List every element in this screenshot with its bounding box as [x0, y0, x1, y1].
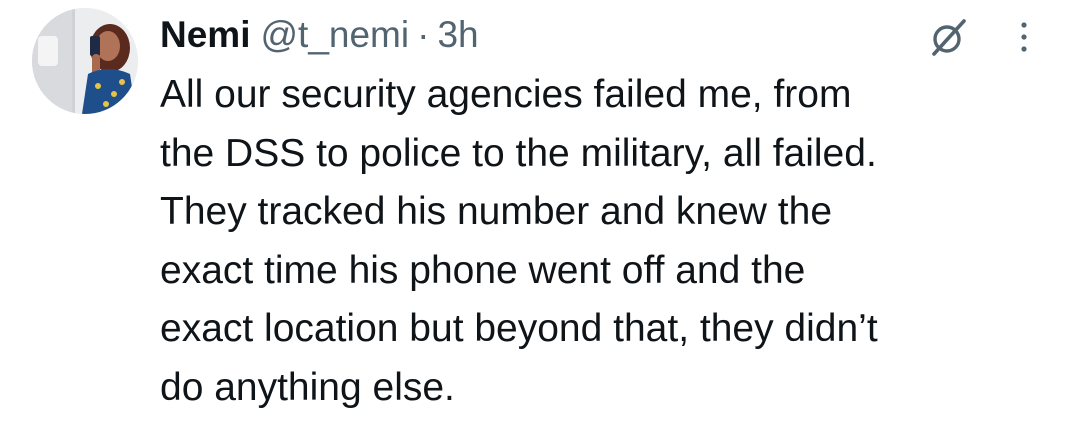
- tweet: Nemi @t_nemi · 3h All our security agenc…: [0, 0, 1080, 442]
- display-name[interactable]: Nemi: [160, 14, 250, 56]
- more-vertical-icon: [1021, 22, 1027, 52]
- grok-icon: [932, 19, 966, 56]
- timestamp[interactable]: 3h: [437, 14, 478, 56]
- handle[interactable]: @t_nemi: [260, 14, 409, 56]
- avatar[interactable]: [32, 8, 138, 114]
- grok-button[interactable]: [926, 14, 972, 60]
- tweet-text: All our security agencies failed me, fro…: [160, 73, 878, 409]
- profile-photo: [32, 8, 138, 114]
- more-button[interactable]: [1006, 14, 1042, 60]
- separator-dot: ·: [417, 14, 430, 55]
- tweet-header: Nemi @t_nemi · 3h: [160, 10, 479, 60]
